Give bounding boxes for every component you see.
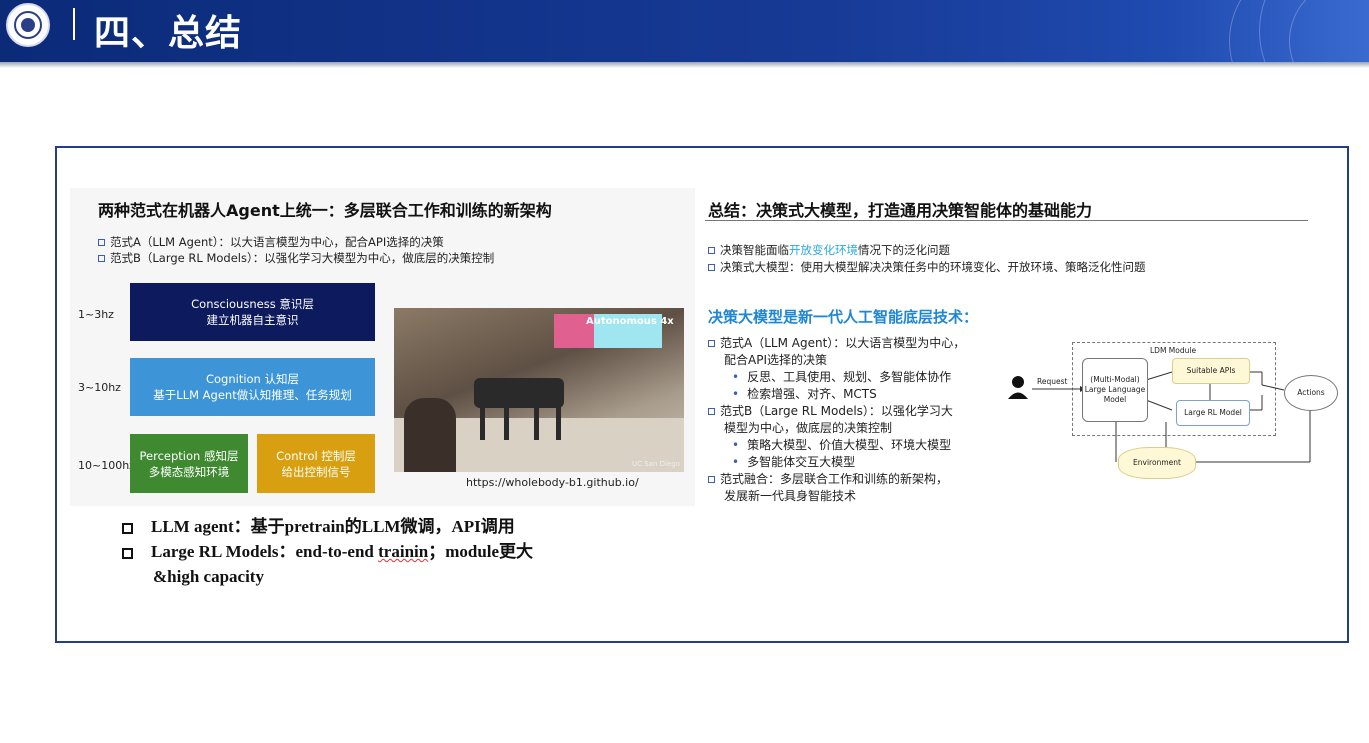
header-decoration	[1189, 0, 1369, 62]
left-panel-title: 两种范式在机器人Agent上统一：多层联合工作和训练的新架构	[98, 201, 552, 220]
dot-bullet-icon: •	[732, 438, 740, 452]
freq-label: 10~100hz	[78, 459, 135, 472]
header-bar: 四、总结	[0, 0, 1369, 62]
list-item: • 多智能体交互大模型	[732, 455, 856, 469]
left-bullet: 范式B（Large RL Models）：以强化学习大模型为中心，做底层的决策控…	[98, 250, 494, 266]
dot-bullet-icon: •	[732, 387, 740, 401]
square-bullet-icon	[708, 408, 715, 415]
freq-label: 3~10hz	[78, 381, 121, 394]
note-line: Large RL Models：end-to-end trainin；modul…	[122, 539, 533, 564]
robot-demo-photo: Autonomous 4x UC San Diego	[394, 308, 684, 472]
left-bullet: 范式A（LLM Agent）：以大语言模型为中心，配合API选择的决策	[98, 234, 444, 250]
suitable-apis-node: Suitable APIs	[1172, 358, 1250, 384]
page-title: 四、总结	[94, 13, 243, 54]
right-bullet: 决策式大模型：使用大模型解决决策任务中的环境变化、开放环境、策略泛化性问题	[708, 259, 1146, 275]
list-item: 范式B（Large RL Models）：以强化学习大	[708, 403, 953, 420]
square-bullet-icon	[708, 476, 715, 483]
dot-bullet-icon: •	[732, 370, 740, 384]
bottom-notes: LLM agent：基于pretrain的LLM微调，API调用 Large R…	[122, 514, 533, 589]
right-bullet: 决策智能面临开放变化环境情况下的泛化问题	[708, 242, 950, 258]
list-item: 范式A（LLM Agent）：以大语言模型为中心，	[708, 335, 965, 352]
right-panel-title: 总结：决策式大模型，打造通用决策智能体的基础能力	[708, 201, 1093, 220]
perception-layer: Perception 感知层 多模态感知环境	[130, 434, 248, 493]
header-shadow	[0, 62, 1369, 68]
list-item: • 反思、工具使用、规划、多智能体协作	[732, 370, 952, 384]
list-item: 范式融合：多层联合工作和训练的新架构，	[708, 471, 948, 488]
project-url: https://wholebody-b1.github.io/	[466, 476, 639, 489]
freq-label: 1~3hz	[78, 308, 114, 321]
header-divider	[73, 8, 75, 40]
request-label: Request	[1037, 377, 1068, 386]
actions-node: Actions	[1284, 375, 1338, 411]
square-bullet-icon	[708, 264, 715, 271]
subheading: 决策大模型是新一代人工智能底层技术：	[708, 308, 979, 326]
cognition-layer: Cognition 认知层 基于LLM Agent做认知推理、任务规划	[130, 358, 375, 416]
square-bullet-icon	[98, 239, 105, 246]
large-rl-node: Large RL Model	[1176, 400, 1250, 426]
list-item: • 策略大模型、价值大模型、环境大模型	[732, 438, 952, 452]
note-line: &high capacity	[153, 567, 264, 586]
list-item: 配合API选择的决策	[724, 353, 827, 367]
environment-node: Environment	[1118, 447, 1196, 479]
list-item: 模型为中心，做底层的决策控制	[724, 421, 893, 435]
university-logo	[6, 3, 50, 47]
note-line: LLM agent：基于pretrain的LLM微调，API调用	[122, 514, 533, 539]
square-bullet-icon	[98, 255, 105, 262]
control-layer: Control 控制层 给出控制信号	[257, 434, 375, 493]
title-rule	[705, 220, 1308, 221]
list-item: • 检索增强、对齐、MCTS	[732, 387, 877, 401]
list-item: 发展新一代具身智能技术	[724, 489, 857, 503]
square-bullet-icon	[122, 547, 133, 559]
llm-node: (Multi-Modal) Large Language Model	[1082, 358, 1148, 422]
square-bullet-icon	[708, 340, 715, 347]
dot-bullet-icon: •	[732, 455, 740, 469]
consciousness-layer: Consciousness 意识层 建立机器自主意识	[130, 283, 375, 341]
square-bullet-icon	[708, 247, 715, 254]
square-bullet-icon	[122, 522, 133, 534]
